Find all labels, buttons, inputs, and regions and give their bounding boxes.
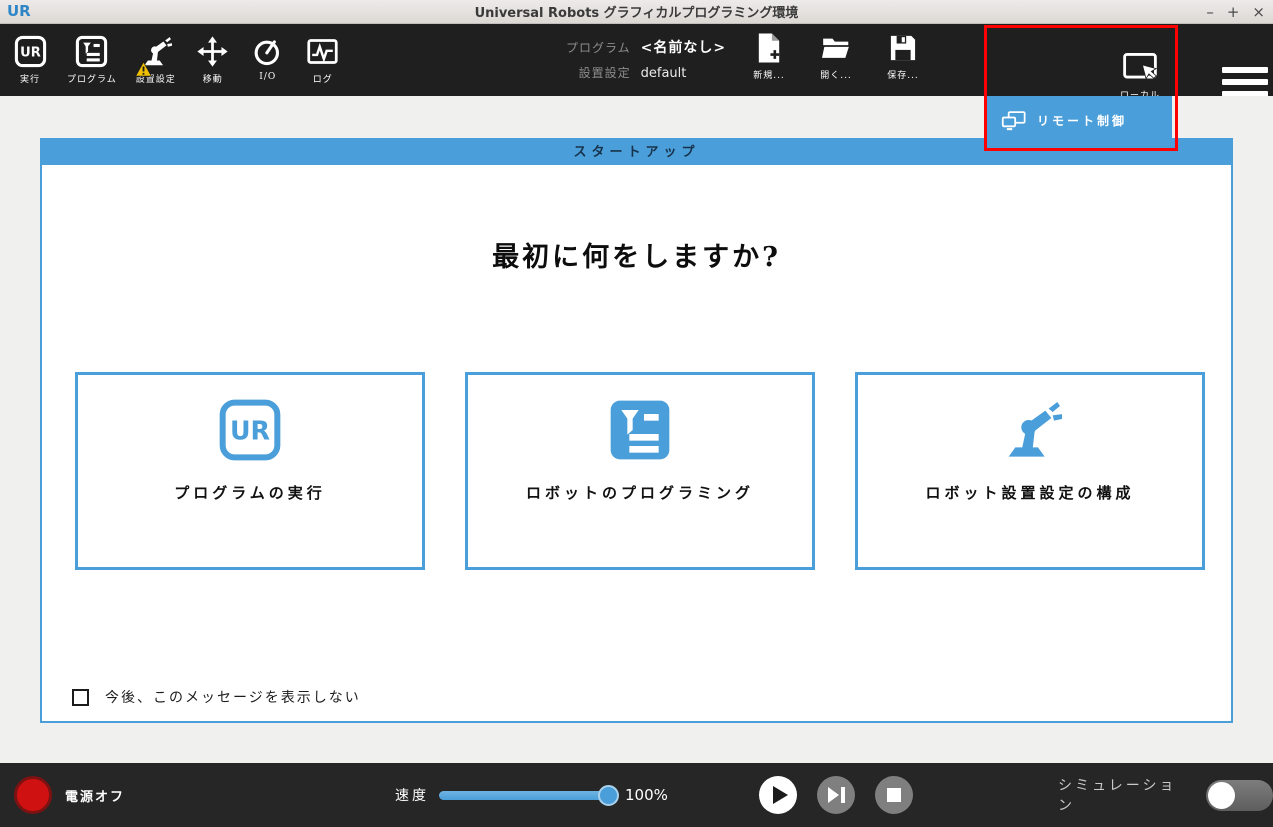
program-label: プログラム [566,39,631,56]
new-file-icon [755,32,783,64]
minimize-button[interactable]: – [1206,3,1214,21]
speed-slider[interactable] [439,791,617,800]
open-button-label: 開く... [820,68,852,81]
run-program-card[interactable]: UR プログラムの実行 [75,372,425,570]
polyscope-window: UR Universal Robots グラフィカルプログラミング環境 – + … [0,0,1273,827]
program-icon [75,35,108,68]
remote-control-menu-item[interactable]: リモート制御 [987,96,1172,145]
tab-io[interactable]: I/O [244,28,292,92]
simulation-toggle[interactable] [1206,780,1273,811]
save-button[interactable]: 保存... [880,32,926,81]
window-controls: – + × [1206,0,1265,24]
open-folder-icon [822,32,850,64]
play-icon [773,786,788,804]
speed-label: 速度 [395,785,429,805]
tab-label: ログ [313,72,333,85]
simulation-toggle-knob [1208,782,1235,809]
footer-bar: 電源オフ 速度 100% シミュレーション [0,763,1273,827]
local-control-icon [1120,52,1160,86]
svg-text:UR: UR [20,45,41,60]
remote-control-label: リモート制御 [1037,112,1127,129]
step-icon [828,787,845,803]
ur-logo-icon: UR [7,2,29,22]
program-info: プログラム <名前なし> 設置設定 default [566,37,726,81]
tab-label: 実行 [20,72,40,85]
hamburger-bar [1222,67,1268,73]
play-button[interactable] [759,776,797,814]
local-remote-button[interactable]: ローカル [1104,52,1176,101]
maximize-button[interactable]: + [1227,3,1240,21]
titlebar: UR Universal Robots グラフィカルプログラミング環境 – + … [0,0,1273,24]
installation-label: 設置設定 [579,64,631,81]
program-icon [608,398,672,462]
log-icon [306,35,339,68]
tab-installation[interactable]: 設置設定 [130,28,182,92]
new-button[interactable]: 新規... [746,32,792,81]
card-label: ロボットのプログラミング [526,482,754,503]
hamburger-bar [1222,79,1268,85]
warning-icon [135,61,152,77]
io-icon [251,35,284,68]
program-name: <名前なし> [641,37,726,57]
tab-log[interactable]: ログ [299,28,347,92]
stop-icon [887,788,901,802]
program-robot-card[interactable]: ロボットのプログラミング [465,372,815,570]
tab-label: 移動 [203,72,223,85]
speed-group: 速度 100% [395,763,668,827]
window-title: Universal Robots グラフィカルプログラミング環境 [0,2,1273,21]
stop-button[interactable] [875,776,913,814]
card-label: ロボット設置設定の構成 [925,482,1134,503]
step-button[interactable] [817,776,855,814]
tab-label: I/O [259,72,276,82]
installation-name: default [641,66,726,81]
new-button-label: 新規... [753,68,785,81]
startup-panel: スタートアップ 最初に何をしますか? UR プログラムの実行 ロボットのプログラ… [40,138,1233,723]
main-content: スタートアップ 最初に何をしますか? UR プログラムの実行 ロボットのプログラ… [0,96,1273,763]
file-buttons: 新規... 開く... 保存... [746,32,926,81]
transport-controls [759,776,913,814]
move-icon [196,35,229,68]
tab-move[interactable]: 移動 [189,28,237,92]
open-button[interactable]: 開く... [813,32,859,81]
tab-program[interactable]: プログラム [61,28,123,92]
startup-panel-body: 最初に何をしますか? UR プログラムの実行 ロボットのプログラミング [42,165,1231,723]
ur-logo-icon: UR [14,35,47,68]
dont-show-again-checkbox[interactable] [72,689,89,706]
save-button-label: 保存... [887,68,919,81]
dont-show-again-row[interactable]: 今後、このメッセージを表示しない [72,687,361,707]
dont-show-again-label: 今後、このメッセージを表示しない [105,687,361,707]
hamburger-menu-button[interactable] [1222,67,1268,97]
tab-run[interactable]: UR 実行 [6,28,54,92]
close-button[interactable]: × [1252,3,1265,21]
configure-installation-card[interactable]: ロボット設置設定の構成 [855,372,1205,570]
main-toolbar: UR 実行 プログラム 設置設定 [0,24,1273,96]
power-group: 電源オフ [14,763,125,827]
startup-question: 最初に何をしますか? [42,235,1231,274]
power-status-label: 電源オフ [65,786,125,805]
card-label: プログラムの実行 [174,482,326,503]
speed-value: 100% [625,786,668,804]
power-button[interactable] [14,776,52,814]
svg-text:UR: UR [230,415,270,445]
toolbar-tabs: UR 実行 プログラム 設置設定 [6,28,347,92]
ur-logo-icon: UR [218,398,282,462]
simulation-label: シミュレーション [1058,775,1190,815]
remote-screens-icon [1001,110,1027,132]
save-icon [889,32,917,64]
simulation-group: シミュレーション [1058,763,1273,827]
tab-label: プログラム [67,72,117,85]
speed-slider-thumb[interactable] [598,785,619,806]
installation-icon [998,398,1062,462]
